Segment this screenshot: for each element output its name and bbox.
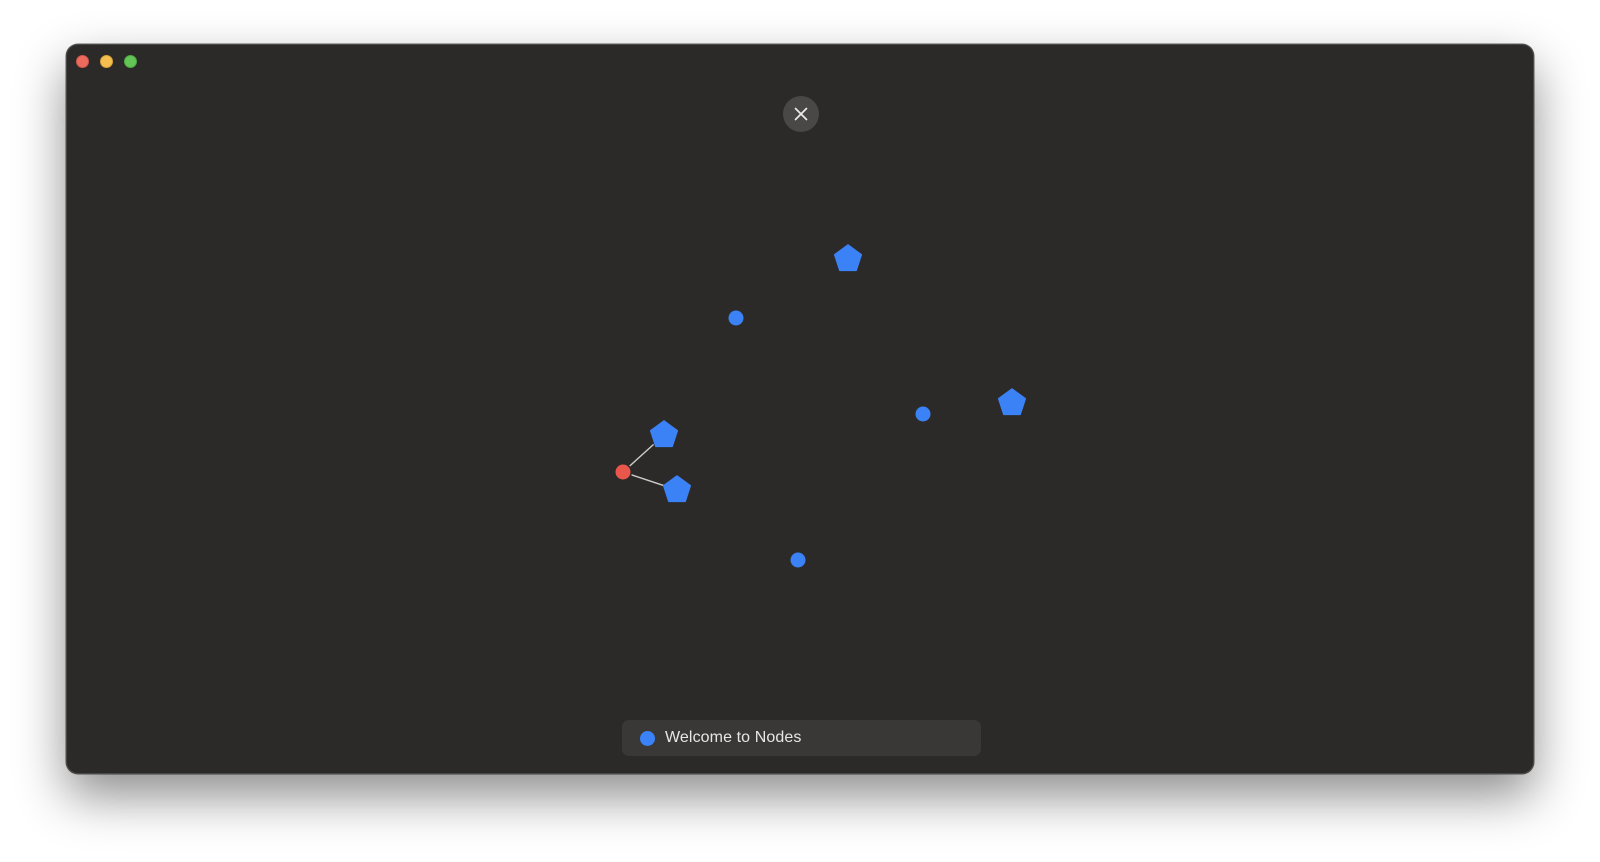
graph-node-circle[interactable] xyxy=(790,552,806,568)
graph-node-pentagon[interactable] xyxy=(649,420,679,448)
graph-edge xyxy=(631,474,664,487)
status-dot xyxy=(640,730,655,746)
graph-node-pentagon[interactable] xyxy=(662,475,692,503)
graph-node-circle[interactable] xyxy=(728,310,744,326)
graph-node-pentagon[interactable] xyxy=(997,388,1027,416)
status-bar: Welcome to Nodes xyxy=(622,720,981,756)
edges-layer xyxy=(629,443,664,487)
nodes-layer xyxy=(615,244,1027,568)
graph-node-circle[interactable] xyxy=(915,406,931,422)
node-graph-canvas[interactable] xyxy=(67,45,1534,774)
app-window: Welcome to Nodes xyxy=(66,44,1534,774)
graph-node-pentagon[interactable] xyxy=(833,244,863,272)
close-icon xyxy=(794,107,808,121)
dismiss-button[interactable] xyxy=(783,96,819,132)
graph-node-selected[interactable] xyxy=(615,464,631,480)
status-text: Welcome to Nodes xyxy=(665,729,802,746)
graph-edge xyxy=(629,443,655,467)
